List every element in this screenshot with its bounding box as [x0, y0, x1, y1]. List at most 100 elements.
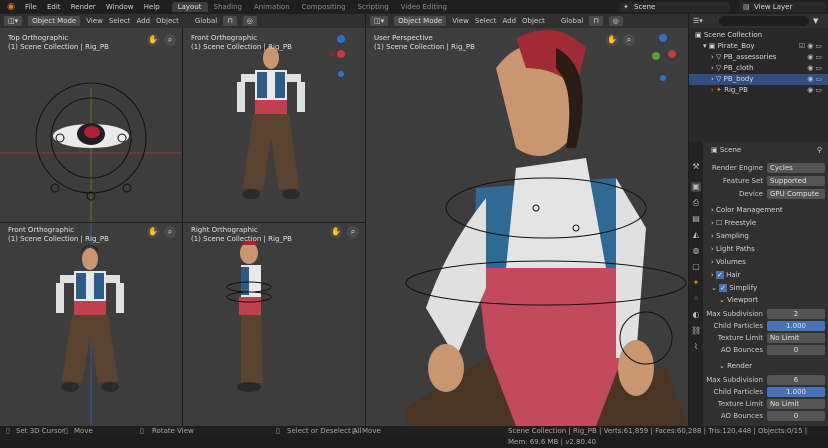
expand-icon[interactable]: › ▽ — [711, 53, 724, 61]
pan-icon[interactable]: ✋ — [147, 34, 159, 46]
feature-set-dropdown[interactable]: Supported — [767, 176, 825, 186]
physics-tab-icon[interactable]: ◐ — [691, 310, 701, 320]
tab-layout[interactable]: Layout — [171, 2, 208, 12]
section-volumes[interactable]: › Volumes — [703, 256, 828, 268]
visibility-icons[interactable]: ◉▭ — [807, 63, 824, 74]
view-menu[interactable]: View — [452, 17, 469, 25]
filter-icon[interactable]: ▼ — [813, 16, 818, 26]
section-freestyle[interactable]: › ☐ Freestyle — [703, 217, 828, 229]
tab-shading[interactable]: Shading — [208, 2, 248, 12]
expand-icon[interactable]: ▾ ▣ — [703, 42, 718, 50]
render-texture-limit-dropdown[interactable]: No Limit — [767, 399, 825, 409]
section-simplify[interactable]: ⌄ ✓ Simplify — [703, 282, 828, 294]
blender-logo-icon[interactable]: ◉ — [5, 1, 17, 13]
outliner-item[interactable]: › ▽ PB_assessories ◉▭ — [689, 52, 828, 63]
pan-icon[interactable]: ✋ — [147, 226, 159, 238]
viewport-texture-limit-dropdown[interactable]: No Limit — [767, 333, 825, 343]
add-menu[interactable]: Add — [502, 17, 516, 25]
visibility-icons[interactable]: ◉▭ — [807, 74, 824, 85]
section-color-management[interactable]: › Color Management — [703, 204, 828, 216]
scene-tab-icon[interactable]: ◭ — [691, 230, 701, 240]
zoom-icon[interactable]: ⌕ — [347, 226, 359, 238]
outliner-search-input[interactable] — [719, 16, 809, 26]
editor-type-button[interactable]: ◫▾ — [4, 16, 23, 26]
view-layer-tab-icon[interactable]: ▤ — [691, 214, 701, 224]
viewport-ao-bounces-field[interactable]: 0 — [767, 345, 825, 355]
zoom-icon[interactable]: ⌕ — [164, 34, 176, 46]
object-mode-dropdown[interactable]: Object Mode — [28, 16, 81, 26]
section-light-paths[interactable]: › Light Paths — [703, 243, 828, 255]
add-menu[interactable]: Add — [136, 17, 150, 25]
menu-render[interactable]: Render — [67, 3, 100, 11]
orientation-dropdown[interactable]: Global — [195, 17, 217, 25]
viewport-top-ortho[interactable]: Top Orthographic (1) Scene Collection | … — [0, 28, 182, 222]
snap-icon[interactable]: ⊓ — [223, 16, 237, 26]
pin-icon[interactable]: ⚲ — [817, 144, 822, 156]
orientation-dropdown[interactable]: Global — [561, 17, 583, 25]
hair-checkbox[interactable]: ✓ — [716, 271, 724, 279]
proportional-edit-icon[interactable]: ◎ — [242, 16, 257, 26]
viewport-user-perspective[interactable]: ◫▾ Object Mode View Select Add Object Gl… — [366, 14, 688, 426]
world-tab-icon[interactable]: ◍ — [691, 246, 701, 256]
axis-gizmo[interactable] — [328, 34, 354, 84]
menu-help[interactable]: Help — [140, 3, 164, 11]
subsection-render[interactable]: ⌄ Render — [703, 360, 828, 372]
subsection-viewport[interactable]: ⌄ Viewport — [703, 294, 828, 306]
zoom-icon[interactable]: ⌕ — [623, 34, 635, 46]
object-menu[interactable]: Object — [156, 17, 179, 25]
render-tab-icon[interactable]: ▣ — [691, 182, 701, 192]
visibility-icons[interactable]: ◉▭ — [807, 52, 824, 63]
viewport-child-particles-slider[interactable]: 1.000 — [767, 321, 825, 331]
render-child-particles-slider[interactable]: 1.000 — [767, 387, 825, 397]
tab-compositing[interactable]: Compositing — [296, 2, 352, 12]
pan-icon[interactable]: ✋ — [330, 226, 342, 238]
tab-scripting[interactable]: Scripting — [352, 2, 395, 12]
outliner-item[interactable]: › ✦ Rig_PB ◉▭ — [689, 85, 828, 96]
object-menu[interactable]: Object — [522, 17, 545, 25]
simplify-checkbox[interactable]: ✓ — [719, 284, 727, 292]
modifier-tab-icon[interactable]: ✦ — [691, 278, 701, 288]
tab-video-editing[interactable]: Video Editing — [395, 2, 453, 12]
axis-gizmo[interactable] — [648, 32, 678, 87]
device-dropdown[interactable]: GPU Compute — [767, 189, 825, 199]
output-tab-icon[interactable]: ⎙ — [691, 198, 701, 208]
section-sampling[interactable]: › Sampling — [703, 230, 828, 242]
select-menu[interactable]: Select — [109, 17, 131, 25]
viewport-max-subdiv-field[interactable]: 2 — [767, 309, 825, 319]
render-engine-dropdown[interactable]: Cycles — [767, 163, 825, 173]
outliner-item[interactable]: ▾ ▣ Pirate_Boy ☑◉▭ — [689, 41, 828, 52]
tool-tab-icon[interactable]: ⚒ — [691, 162, 701, 172]
outliner-item-selected[interactable]: › ▽ PB_body ◉▭ — [689, 74, 828, 85]
view-menu[interactable]: View — [86, 17, 103, 25]
scene-selector[interactable]: ✦ Scene — [620, 2, 730, 12]
snap-icon[interactable]: ⊓ — [589, 16, 603, 26]
object-tab-icon[interactable]: ▢ — [691, 262, 701, 272]
expand-icon[interactable]: › ▽ — [711, 75, 724, 83]
data-tab-icon[interactable]: ⌇ — [691, 342, 701, 352]
viewport-right-ortho[interactable]: Right Orthographic (1) Scene Collection … — [183, 223, 365, 426]
render-ao-bounces-field[interactable]: 0 — [767, 411, 825, 421]
pan-icon[interactable]: ✋ — [606, 34, 618, 46]
menu-edit[interactable]: Edit — [43, 3, 65, 11]
view-layer-selector[interactable]: ▤ View Layer — [740, 2, 826, 12]
outliner-item[interactable]: › ▽ PB_cloth ◉▭ — [689, 63, 828, 74]
tab-animation[interactable]: Animation — [248, 2, 296, 12]
editor-type-button[interactable]: ◫▾ — [370, 16, 389, 26]
zoom-icon[interactable]: ⌕ — [164, 226, 176, 238]
menu-file[interactable]: File — [21, 3, 41, 11]
select-menu[interactable]: Select — [475, 17, 497, 25]
proportional-edit-icon[interactable]: ◎ — [608, 16, 623, 26]
render-max-subdiv-field[interactable]: 6 — [767, 375, 825, 385]
object-mode-dropdown[interactable]: Object Mode — [394, 16, 447, 26]
viewport-front-ortho[interactable]: Front Orthographic (1) Scene Collection … — [183, 28, 365, 222]
particles-tab-icon[interactable]: ⁘ — [691, 294, 701, 304]
visibility-icons[interactable]: ☑◉▭ — [799, 41, 824, 52]
visibility-icons[interactable]: ◉▭ — [807, 85, 824, 96]
outliner-editor-icon[interactable]: ☰▾ — [693, 16, 703, 26]
menu-window[interactable]: Window — [102, 3, 138, 11]
viewport-front-ortho-2[interactable]: Front Orthographic (1) Scene Collection … — [0, 223, 182, 426]
expand-icon[interactable]: › ▽ — [711, 64, 724, 72]
section-hair[interactable]: › ✓ Hair — [703, 269, 828, 281]
outliner-root[interactable]: ▣ Scene Collection — [689, 30, 828, 41]
constraints-tab-icon[interactable]: ⛓ — [691, 326, 701, 336]
